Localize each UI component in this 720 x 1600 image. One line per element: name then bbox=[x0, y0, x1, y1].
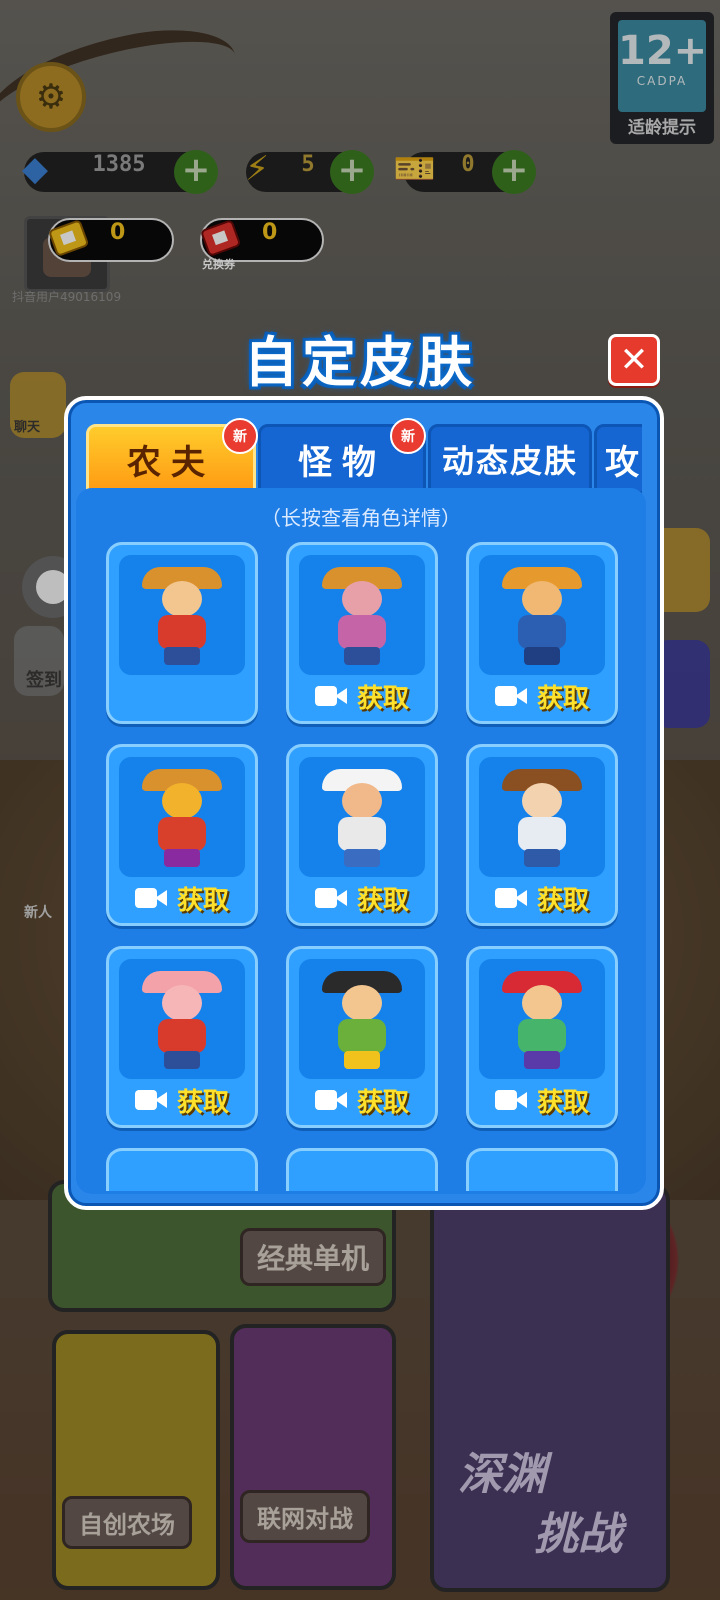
get-label: 获取 bbox=[176, 1087, 229, 1118]
video-camera-icon bbox=[134, 886, 169, 910]
character-figure bbox=[322, 971, 402, 1071]
character-figure bbox=[322, 567, 402, 667]
watch-ad-get-button[interactable]: 获取 bbox=[469, 1083, 615, 1118]
skin-card[interactable]: 获取 bbox=[286, 744, 438, 926]
video-camera-icon bbox=[134, 1088, 169, 1112]
video-camera-icon bbox=[314, 684, 349, 708]
watch-ad-get-button[interactable]: 获取 bbox=[469, 881, 615, 916]
skin-card[interactable] bbox=[106, 542, 258, 724]
get-label: 获取 bbox=[356, 683, 409, 714]
skin-panel: （长按查看角色详情） 获取 获取 获取 获取 获取 获取 获取 获取 bbox=[76, 488, 646, 1194]
character-figure bbox=[502, 769, 582, 869]
tab-dynamic-skin-label: 动态皮肤 bbox=[441, 442, 578, 480]
skin-card[interactable]: 获取 bbox=[466, 946, 618, 1128]
video-camera-icon bbox=[314, 1088, 349, 1112]
character-figure bbox=[502, 971, 582, 1071]
watch-ad-get-button[interactable]: 获取 bbox=[109, 881, 255, 916]
tab-dynamic-skin[interactable]: 动态皮肤 bbox=[428, 424, 592, 494]
watch-ad-get-button[interactable]: 获取 bbox=[289, 1083, 435, 1118]
close-button[interactable]: ✕ bbox=[608, 334, 660, 386]
tab-bar: 农夫 怪物 动态皮肤 攻 bbox=[86, 424, 642, 494]
skin-preview bbox=[299, 555, 425, 675]
tab-attack-label: 攻 bbox=[605, 442, 642, 483]
watch-ad-get-button[interactable]: 获取 bbox=[289, 881, 435, 916]
video-camera-icon bbox=[494, 684, 529, 708]
skin-preview bbox=[479, 959, 605, 1079]
skin-preview bbox=[479, 757, 605, 877]
tab-monster-label: 怪物 bbox=[298, 442, 386, 483]
watch-ad-get-button[interactable]: 获取 bbox=[289, 679, 435, 714]
skin-preview bbox=[119, 757, 245, 877]
skin-preview bbox=[299, 959, 425, 1079]
skin-preview bbox=[299, 757, 425, 877]
skin-preview bbox=[479, 555, 605, 675]
skin-card[interactable]: 获取 bbox=[286, 946, 438, 1128]
tab-farmer-label: 农夫 bbox=[127, 442, 215, 483]
character-figure bbox=[502, 567, 582, 667]
skin-card-partial[interactable] bbox=[106, 1148, 258, 1191]
skin-card-partial[interactable] bbox=[286, 1148, 438, 1191]
video-camera-icon bbox=[314, 886, 349, 910]
skin-card[interactable]: 获取 bbox=[286, 542, 438, 724]
tab-attack[interactable]: 攻 bbox=[594, 424, 642, 494]
get-label: 获取 bbox=[536, 683, 589, 714]
video-camera-icon bbox=[494, 886, 529, 910]
get-label: 获取 bbox=[176, 885, 229, 916]
character-figure bbox=[142, 971, 222, 1071]
get-label: 获取 bbox=[356, 885, 409, 916]
long-press-hint: （长按查看角色详情） bbox=[261, 506, 461, 530]
character-figure bbox=[142, 769, 222, 869]
character-figure bbox=[322, 769, 402, 869]
video-camera-icon bbox=[494, 1088, 529, 1112]
skin-card[interactable]: 获取 bbox=[106, 946, 258, 1128]
watch-ad-get-button[interactable]: 获取 bbox=[469, 679, 615, 714]
new-badge: 新 bbox=[222, 418, 258, 454]
skin-card-partial[interactable] bbox=[466, 1148, 618, 1191]
get-label: 获取 bbox=[356, 1087, 409, 1118]
skin-preview bbox=[119, 959, 245, 1079]
skin-card[interactable]: 获取 bbox=[466, 744, 618, 926]
character-figure bbox=[142, 567, 222, 667]
skin-preview bbox=[119, 555, 245, 675]
skin-card[interactable]: 获取 bbox=[466, 542, 618, 724]
get-label: 获取 bbox=[536, 1087, 589, 1118]
skin-modal: 农夫 怪物 动态皮肤 攻 新 新 （长按查看角色详情） 获取 获取 获取 获取 获取 获取… bbox=[64, 396, 664, 1210]
get-label: 获取 bbox=[536, 885, 589, 916]
watch-ad-get-button[interactable]: 获取 bbox=[109, 1083, 255, 1118]
close-icon: ✕ bbox=[619, 340, 649, 380]
new-badge: 新 bbox=[390, 418, 426, 454]
skin-card[interactable]: 获取 bbox=[106, 744, 258, 926]
